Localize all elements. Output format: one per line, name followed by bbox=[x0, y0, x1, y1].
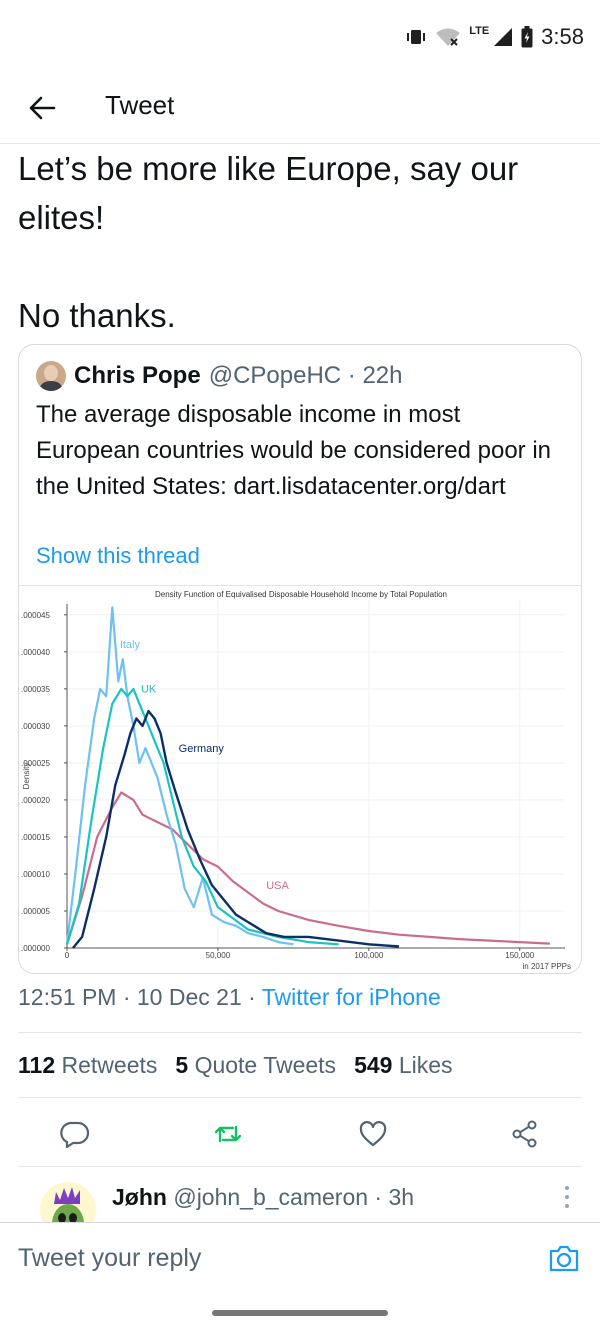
x-tick-label: 100,000 bbox=[354, 951, 383, 960]
quoted-tweet-text: The average disposable income in most Eu… bbox=[36, 401, 552, 500]
y-tick-label: .000020 bbox=[21, 796, 50, 805]
quoted-author-name: Chris Pope bbox=[74, 362, 201, 389]
tweet-meta: 12:51 PM · 10 Dec 21 · Twitter for iPhon… bbox=[18, 984, 441, 1011]
more-options-button[interactable] bbox=[562, 1184, 572, 1210]
more-vertical-icon bbox=[565, 1186, 569, 1208]
likes-label: Likes bbox=[398, 1051, 453, 1078]
y-tick-label: .000005 bbox=[21, 907, 50, 916]
wifi-icon bbox=[436, 28, 461, 46]
y-tick-label: .000030 bbox=[21, 722, 50, 731]
tweet-timestamp: 12:51 PM · 10 Dec 21 · bbox=[18, 984, 262, 1010]
y-tick-label: .000000 bbox=[21, 944, 50, 953]
quote-tweets-label: Quote Tweets bbox=[194, 1051, 337, 1078]
status-bar: LTE 3:58 bbox=[0, 0, 600, 72]
likes-count: 549 bbox=[354, 1051, 393, 1078]
series-label-italy: Italy bbox=[120, 639, 141, 651]
signal-icon bbox=[494, 28, 513, 46]
comment-icon bbox=[60, 1121, 90, 1149]
reply-author-name: Jøhn bbox=[112, 1184, 167, 1210]
likes-stat[interactable]: 549 Likes bbox=[354, 1052, 452, 1079]
quote-tweets-stat[interactable]: 5 Quote Tweets bbox=[175, 1052, 336, 1079]
back-button[interactable] bbox=[24, 90, 60, 126]
retweet-icon bbox=[214, 1125, 242, 1143]
chart-title: Density Function of Equivalised Disposab… bbox=[155, 590, 447, 599]
tweet-source-link[interactable]: Twitter for iPhone bbox=[262, 984, 441, 1010]
reply-author-handle: @john_b_cameron · 3h bbox=[173, 1184, 415, 1210]
reply-bar bbox=[0, 1222, 600, 1292]
retweets-count: 112 bbox=[18, 1051, 56, 1078]
y-tick-label: .000035 bbox=[21, 685, 50, 694]
home-gesture-bar[interactable] bbox=[212, 1310, 388, 1316]
arrow-left-icon bbox=[29, 96, 56, 120]
y-tick-label: .000015 bbox=[21, 833, 50, 842]
series-label-uk: UK bbox=[141, 684, 157, 696]
page-title: Tweet bbox=[105, 90, 175, 120]
quoted-author-handle: @CPopeHC · 22h bbox=[208, 362, 403, 389]
network-type: LTE bbox=[469, 25, 490, 37]
quoted-tweet-card[interactable]: Chris Pope @CPopeHC · 22h The average di… bbox=[18, 344, 582, 974]
tweet-text: Let’s be more like Europe, say our elite… bbox=[18, 150, 519, 334]
retweet-button[interactable] bbox=[213, 1119, 243, 1149]
retweets-stat[interactable]: 112 Retweets bbox=[18, 1052, 157, 1079]
share-icon bbox=[512, 1120, 537, 1148]
y-tick-label: .000040 bbox=[21, 648, 50, 657]
quote-tweets-count: 5 bbox=[175, 1051, 189, 1078]
status-icons: LTE 3:58 bbox=[405, 24, 584, 50]
reply-input[interactable] bbox=[18, 1235, 518, 1281]
series-line-usa bbox=[65, 791, 550, 945]
vibrate-icon bbox=[407, 30, 426, 44]
quoted-tweet-header: Chris Pope @CPopeHC · 22h bbox=[36, 361, 402, 391]
system-nav-bar bbox=[0, 1292, 600, 1333]
series-line-germany bbox=[72, 709, 400, 949]
reply-author: Jøhn @john_b_cameron · 3h bbox=[112, 1184, 414, 1211]
series-label-usa: USA bbox=[266, 880, 289, 892]
x-tick-label: 50,000 bbox=[206, 951, 231, 960]
series-line-italy bbox=[65, 606, 294, 946]
battery-icon bbox=[521, 26, 533, 48]
clock: 3:58 bbox=[541, 24, 584, 49]
x-tick-label: 150,000 bbox=[505, 951, 534, 960]
camera-button[interactable] bbox=[548, 1243, 580, 1273]
x-tick-label: 0 bbox=[65, 951, 70, 960]
density-chart: Density Function of Equivalised Disposab… bbox=[21, 590, 571, 971]
share-button[interactable] bbox=[510, 1119, 540, 1149]
avatar bbox=[36, 361, 66, 391]
retweets-label: Retweets bbox=[61, 1051, 158, 1078]
y-tick-label: .000010 bbox=[21, 870, 50, 879]
app-header: Tweet bbox=[0, 72, 600, 144]
reply-preview[interactable]: Jøhn @john_b_cameron · 3h bbox=[0, 1168, 600, 1222]
y-tick-label: .000045 bbox=[21, 611, 50, 620]
engagement-stats: 112 Retweets 5 Quote Tweets 549 Likes bbox=[18, 1032, 582, 1098]
show-thread-link[interactable]: Show this thread bbox=[36, 543, 200, 569]
tweet-actions bbox=[18, 1099, 582, 1167]
chart-image[interactable]: Density Function of Equivalised Disposab… bbox=[19, 585, 581, 973]
camera-icon bbox=[549, 1245, 579, 1272]
x-axis-label: in 2017 PPPs bbox=[523, 962, 571, 971]
y-axis-label: Density bbox=[22, 763, 31, 790]
heart-icon bbox=[359, 1121, 387, 1147]
series-label-germany: Germany bbox=[179, 743, 225, 755]
reply-button[interactable] bbox=[60, 1119, 90, 1149]
avatar bbox=[40, 1182, 96, 1222]
like-button[interactable] bbox=[358, 1119, 388, 1149]
monster-avatar-icon bbox=[52, 1187, 84, 1222]
